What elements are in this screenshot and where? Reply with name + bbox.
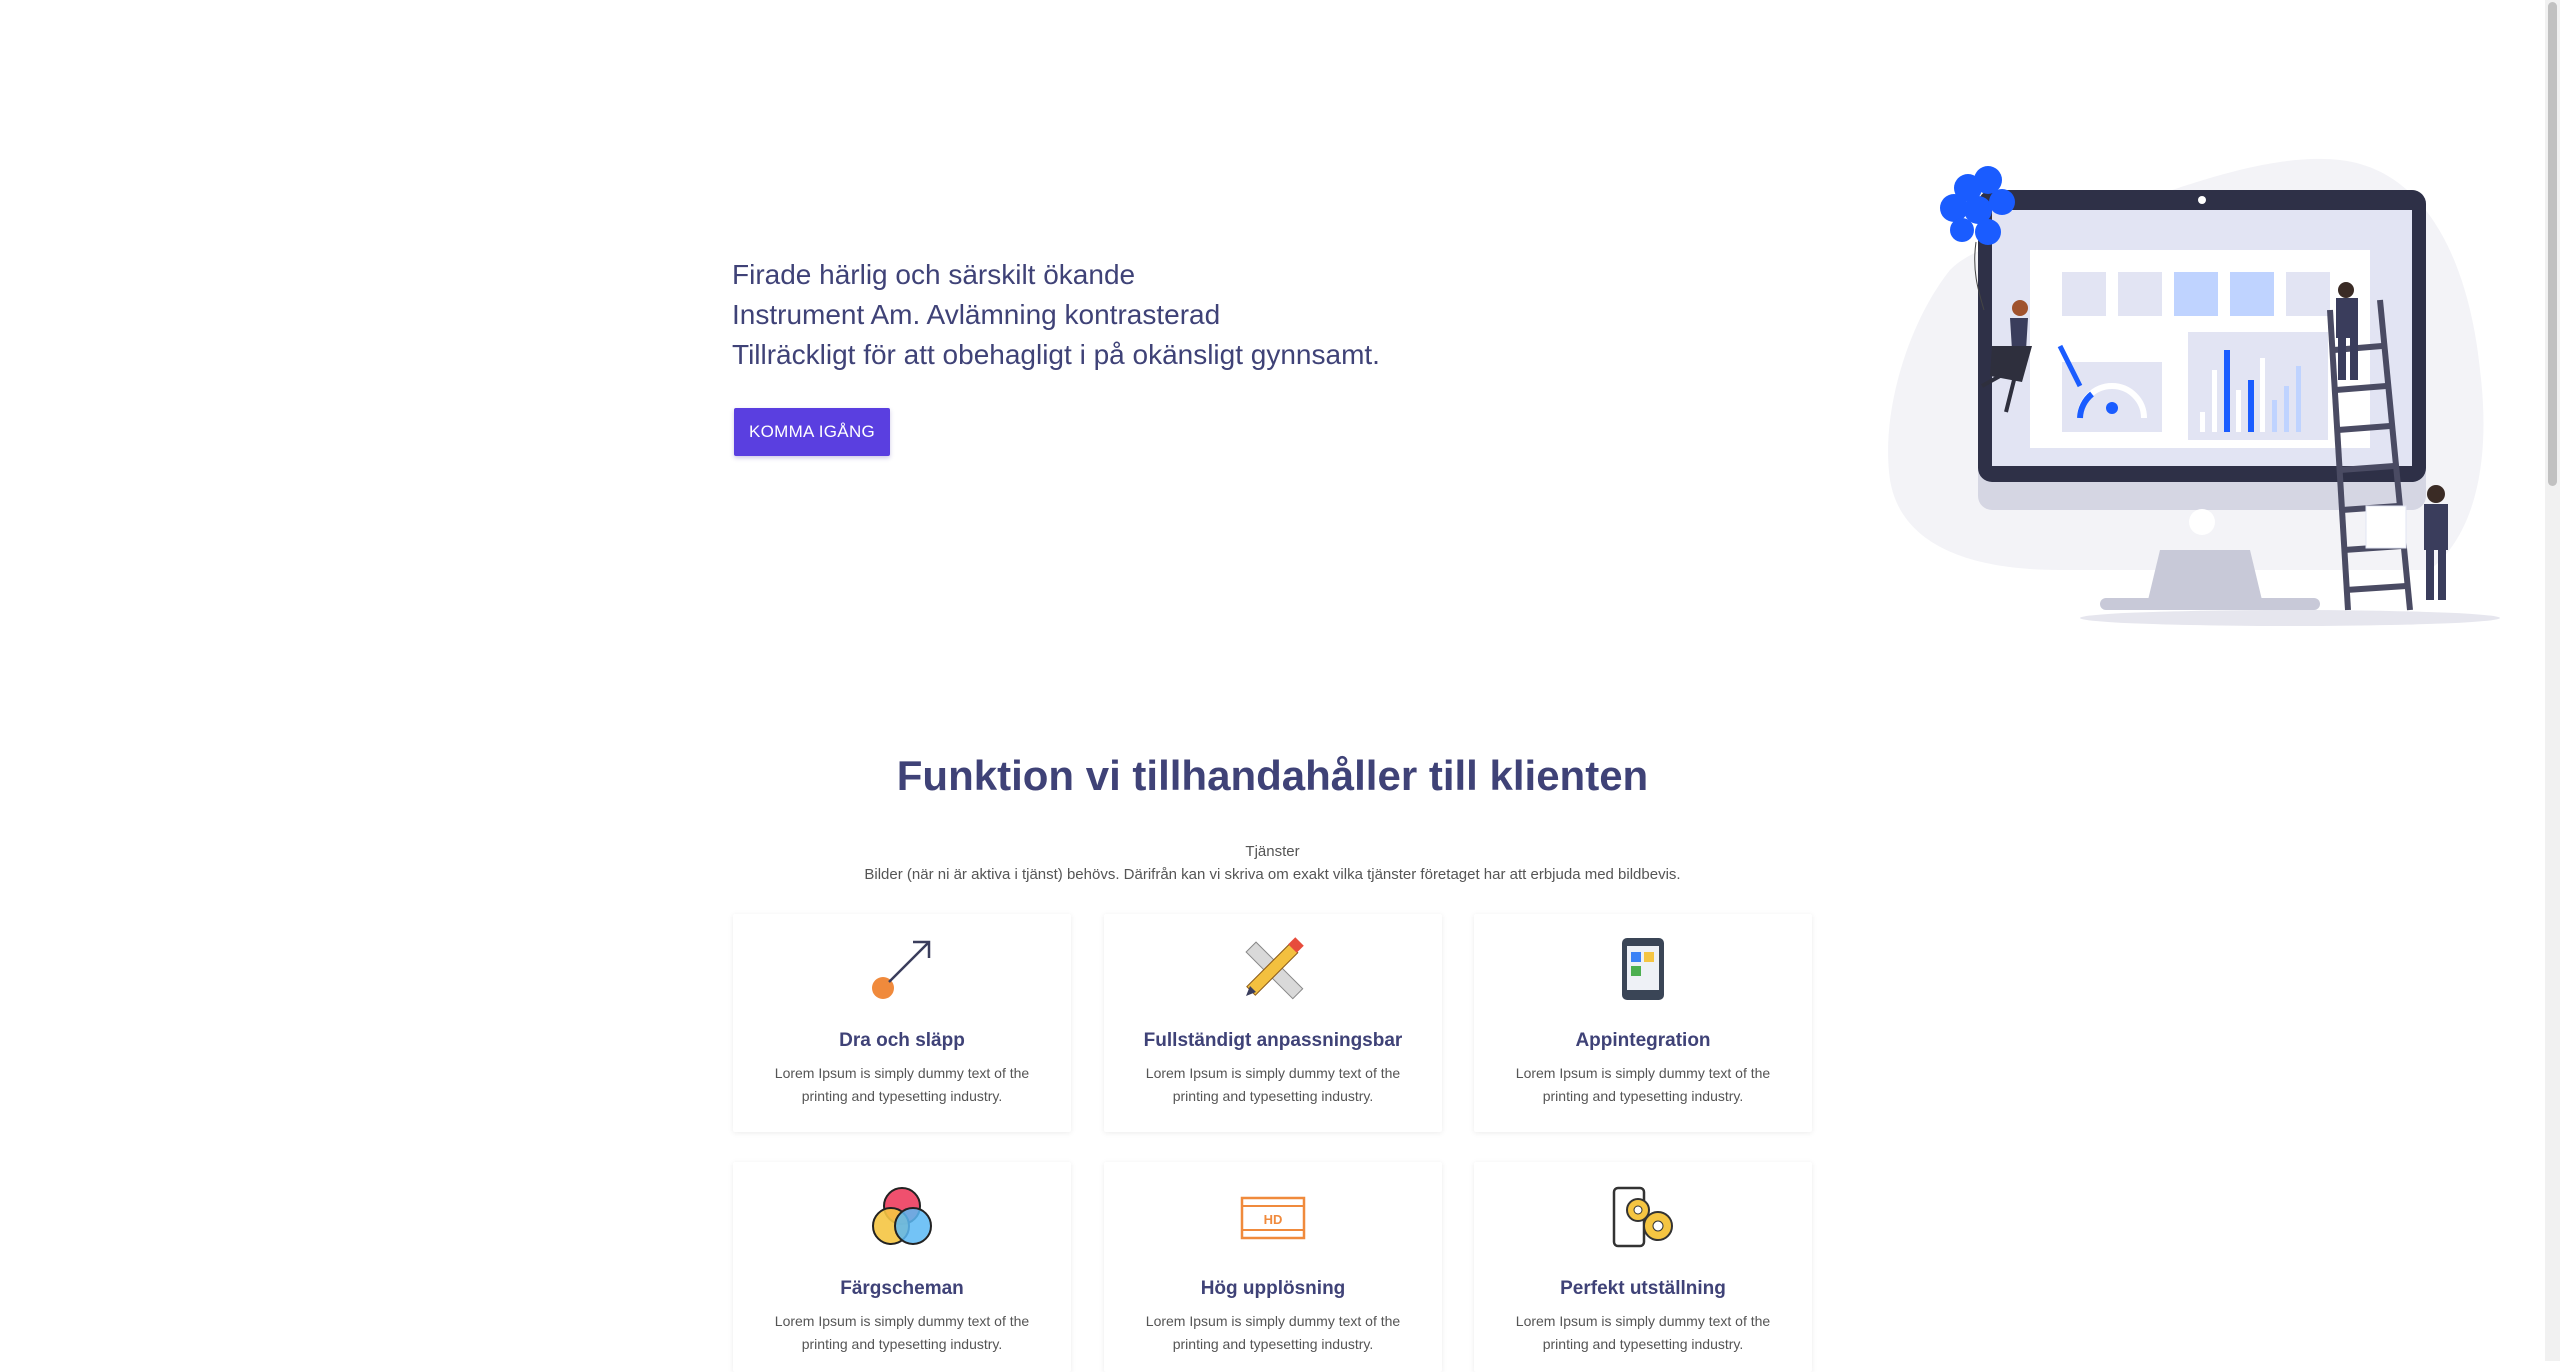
bar <box>2212 370 2217 432</box>
bar <box>2200 412 2205 432</box>
get-started-button[interactable]: KOMMA IGÅNG <box>734 408 890 456</box>
feature-title: Hög upplösning <box>1200 1278 1346 1299</box>
features-subtitle: Bilder (när ni är aktiva i tjänst) behöv… <box>864 866 1681 883</box>
feature-desc: Lorem Ipsum is simply dummy text of the … <box>1515 1065 1771 1104</box>
gauge-panel <box>2062 362 2162 432</box>
feature-card-drag-drop: Dra och släpp Lorem Ipsum is simply dumm… <box>733 914 1071 1132</box>
bar <box>2248 380 2254 432</box>
monitor-base <box>2100 598 2320 610</box>
bar <box>2284 386 2289 432</box>
hero-line-1: Firade härlig och särskilt ökande <box>732 259 1136 290</box>
hero-line-2: Instrument Am. Avlämning kontrasterad <box>732 299 1221 330</box>
bar <box>2224 350 2230 432</box>
bar <box>2272 400 2277 432</box>
dashboard-tile <box>2062 272 2106 316</box>
feature-card-high-resolution: HD Hög upplösning Lorem Ipsum is simply … <box>1104 1162 1442 1372</box>
feature-card-app-integration: Appintegration Lorem Ipsum is simply dum… <box>1474 914 1812 1132</box>
monitor-button <box>2189 509 2215 535</box>
hero-line-3: Tillräckligt för att obehagligt i på okä… <box>732 339 1380 370</box>
features-title: Funktion vi tillhandahåller till kliente… <box>896 752 1649 799</box>
floor-shadow <box>2080 610 2500 626</box>
feature-title: Dra och släpp <box>839 1030 965 1051</box>
dashboard-tile <box>2286 272 2330 316</box>
gauge-heart <box>2106 402 2118 414</box>
feature-card-color-schemes: Färgscheman Lorem Ipsum is simply dummy … <box>733 1162 1071 1372</box>
vertical-scrollbar[interactable] <box>2545 0 2560 1361</box>
feature-desc: Lorem Ipsum is simply dummy text of the … <box>774 1313 1030 1352</box>
feature-desc: Lorem Ipsum is simply dummy text of the … <box>1515 1313 1771 1352</box>
feature-desc: Lorem Ipsum is simply dummy text of the … <box>1145 1313 1401 1352</box>
feature-desc: Lorem Ipsum is simply dummy text of the … <box>1145 1065 1401 1104</box>
feature-title: Fullständigt anpassningsbar <box>1143 1030 1403 1051</box>
feature-card-perfect-display: Perfekt utställning Lorem Ipsum is simpl… <box>1474 1162 1812 1372</box>
bar-chart-panel <box>2188 332 2328 440</box>
scrollbar-thumb[interactable] <box>2548 2 2557 486</box>
bar <box>2260 358 2265 432</box>
phone-gears-icon <box>1612 1186 1673 1248</box>
feature-title: Färgscheman <box>840 1278 964 1299</box>
hd-film-icon: HD <box>1240 1196 1306 1240</box>
bar <box>2296 366 2301 432</box>
feature-title: Appintegration <box>1575 1030 1711 1051</box>
monitor-camera <box>2198 196 2206 204</box>
drag-drop-icon <box>872 940 931 999</box>
svg-text:HD: HD <box>1264 1212 1283 1227</box>
hero-illustration <box>1888 158 2500 626</box>
monitor-stand <box>2148 550 2262 600</box>
bar <box>2236 390 2241 432</box>
pencil-ruler-icon <box>1245 937 1304 1000</box>
color-circles-icon <box>872 1187 932 1245</box>
dashboard-tile <box>2174 272 2218 316</box>
hero-text: Firade härlig och särskilt ökande Instru… <box>732 255 1632 375</box>
dashboard-tile <box>2230 272 2274 316</box>
tablet-apps-icon <box>1622 938 1664 1000</box>
feature-card-customizable: Fullständigt anpassningsbar Lorem Ipsum … <box>1104 914 1442 1132</box>
feature-title: Perfekt utställning <box>1560 1278 1726 1299</box>
dashboard-tile <box>2118 272 2162 316</box>
features-kicker: Tjänster <box>1245 843 1300 860</box>
feature-desc: Lorem Ipsum is simply dummy text of the … <box>774 1065 1030 1104</box>
